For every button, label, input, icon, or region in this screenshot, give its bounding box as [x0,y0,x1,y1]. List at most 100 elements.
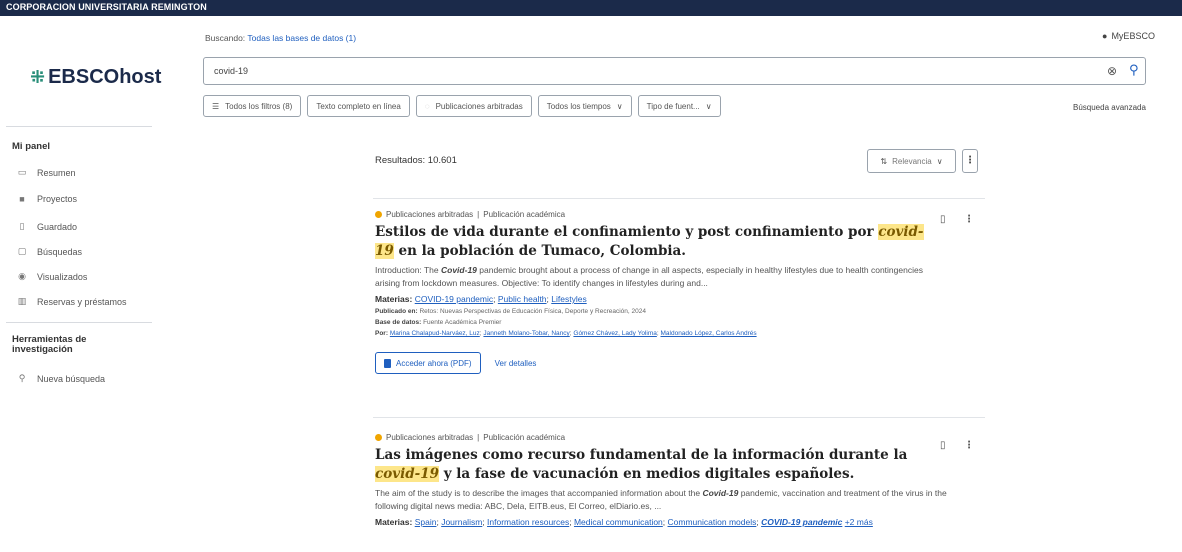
eye-icon: ◉ [18,271,26,281]
filter-icon: ☰ [212,101,220,111]
sidebar-divider [6,126,152,127]
sidebar-divider [6,322,152,323]
results-options-button[interactable]: ⋮ [962,149,978,173]
ebsco-logo-mark-icon: ⁜ [30,67,46,87]
summary-icon: ▭ [17,167,27,177]
sort-dropdown[interactable]: ⇅ Relevancia ∨ [867,149,956,173]
result-type: Publicaciones arbitradas | Publicación a… [375,210,975,219]
sidebar-item-label: Guardado [37,221,78,232]
result-type: Publicaciones arbitradas | Publicación a… [375,433,975,442]
access-pdf-button[interactable]: Acceder ahora (PDF) [375,352,481,374]
all-filters-button[interactable]: ☰ Todos los filtros (8) [203,95,302,117]
author-link[interactable]: Gómez Chávez, Lady Yolima [573,330,656,337]
institution-banner: CORPORACION UNIVERSITARIA REMINGTON [0,0,1182,16]
title-text: Estilos de vida durante el confinamiento… [375,224,879,240]
author-link[interactable]: Marina Chalapud-Narváez, Luz [390,330,480,337]
sidebar-item-label: Resumen [37,167,76,178]
sidebar-item-reservas[interactable]: ▥ Reservas y préstamos [17,296,127,307]
type-academic: Publicación académica [483,433,566,442]
panel-heading: Mi panel [12,141,51,152]
subject-link[interactable]: Spain [415,517,437,527]
sidebar-item-resumen[interactable]: ▭ Resumen [17,167,76,178]
database-selector-link[interactable]: Todas las bases de datos (1) [247,33,356,43]
subject-link[interactable]: Lifestyles [551,294,586,304]
subject-link[interactable]: Information resources [487,517,569,527]
chevron-down-icon: ∨ [616,101,623,111]
subjects-label: Materias: [375,517,413,527]
institution-name: CORPORACION UNIVERSITARIA REMINGTON [6,2,207,12]
results-count: Resultados: 10.601 [375,155,457,166]
result-published: Publicado en: Retos: Nuevas Perspectivas… [375,307,975,316]
search-input[interactable] [214,63,1074,79]
published-label: Publicado en: [375,308,418,315]
type-academic: Publicación académica [483,210,566,219]
search-bar: ⊗ ⚲ [203,57,1146,85]
sidebar-item-proyectos[interactable]: ■ Proyectos [17,194,77,204]
subject-link[interactable]: Public health [498,294,547,304]
full-text-filter-button[interactable]: Texto completo en línea [307,95,410,117]
subject-link[interactable]: Medical communication [574,517,663,527]
filter-label: Tipo de fuent... [646,101,700,111]
more-options-icon[interactable]: ⋮ [964,214,974,225]
sidebar: ⁜ EBSCOhost [0,16,172,552]
subject-link[interactable]: COVID-19 pandemic [761,517,842,527]
sidebar-item-visualizados[interactable]: ◉ Visualizados [17,271,87,282]
authors-label: Por: [375,330,388,337]
sidebar-item-label: Nueva búsqueda [37,373,106,384]
subject-link[interactable]: Journalism [441,517,482,527]
abstract-highlight: Covid-19 [702,488,739,498]
abstract-text: Introduction: The [375,265,441,275]
bookmark-icon[interactable]: ▯ [940,440,946,451]
subject-link[interactable]: COVID-19 pandemic [415,294,493,304]
more-subjects-link[interactable]: +2 más [845,517,873,527]
result-abstract: Introduction: The Covid-19 pandemic brou… [375,264,950,290]
view-details-link[interactable]: Ver detalles [495,359,537,368]
search-icon[interactable]: ⚲ [1129,62,1139,78]
bookmark-icon: ▯ [19,221,25,231]
result-actions: Acceder ahora (PDF) Ver detalles [375,352,975,374]
result-subjects: Materias: Spain; Journalism; Information… [375,517,873,527]
searching-label: Buscando: [205,33,246,43]
more-options-icon[interactable]: ⋮ [964,440,974,451]
sidebar-item-nueva-busqueda[interactable]: ⚲ Nueva búsqueda [17,373,105,384]
folder-icon: ■ [19,194,25,204]
title-text: en la población de Tumaco, Colombia. [393,243,686,259]
filter-label: Todos los tiempos [546,101,611,111]
published-value: Retos: Nuevas Perspectivas de Educación … [419,308,646,315]
title-text: Las imágenes como recurso fundamental de… [375,447,908,463]
abstract-highlight: Covid-19 [441,265,477,275]
filter-bar: ☰ Todos los filtros (8) Texto completo e… [203,95,721,117]
result-card: Publicaciones arbitradas | Publicación a… [375,433,975,528]
sidebar-item-label: Visualizados [37,271,88,282]
database-label: Base de datos: [375,319,422,326]
advanced-search-link[interactable]: Búsqueda avanzada [1073,103,1146,112]
result-divider [373,417,985,418]
sidebar-item-label: Búsquedas [37,246,83,257]
type-peer: Publicaciones arbitradas [386,210,474,219]
title-highlight: covid-19 [375,466,440,482]
result-title[interactable]: Estilos de vida durante el confinamiento… [375,223,935,261]
filter-label: Texto completo en línea [316,101,401,111]
user-icon: ● [1102,31,1108,41]
peer-reviewed-filter-button[interactable]: ◌ Publicaciones arbitradas [415,95,532,117]
date-range-dropdown[interactable]: Todos los tiempos ∨ [537,95,632,117]
sidebar-item-busquedas[interactable]: ▢ Búsquedas [17,246,82,257]
sort-icon: ⇅ [880,156,888,166]
result-abstract: The aim of the study is to describe the … [375,487,950,513]
sidebar-item-label: Reservas y préstamos [37,296,127,307]
result-authors: Por: Marina Chalapud-Narváez, Luz; Janne… [375,330,757,337]
clear-search-icon[interactable]: ⊗ [1107,64,1117,78]
author-link[interactable]: Maldonado López, Carlos Andrés [660,330,756,337]
source-type-dropdown[interactable]: Tipo de fuent... ∨ [637,95,721,117]
author-link[interactable]: Janneth Molano-Tobar, Nancy [483,330,569,337]
subject-link[interactable]: Communication models [668,517,757,527]
abstract-text: The aim of the study is to describe the … [375,488,703,498]
result-title[interactable]: Las imágenes como recurso fundamental de… [375,446,935,484]
chevron-down-icon: ∨ [936,156,943,166]
bookmark-icon[interactable]: ▯ [940,214,946,225]
sidebar-item-guardado[interactable]: ▯ Guardado [17,221,78,232]
ebscohost-logo[interactable]: ⁜ EBSCOhost [30,66,161,89]
filter-label: Todos los filtros (8) [225,101,293,111]
search-icon: ⚲ [18,373,26,383]
myebsco-button[interactable]: ● MyEBSCO [1102,31,1155,41]
